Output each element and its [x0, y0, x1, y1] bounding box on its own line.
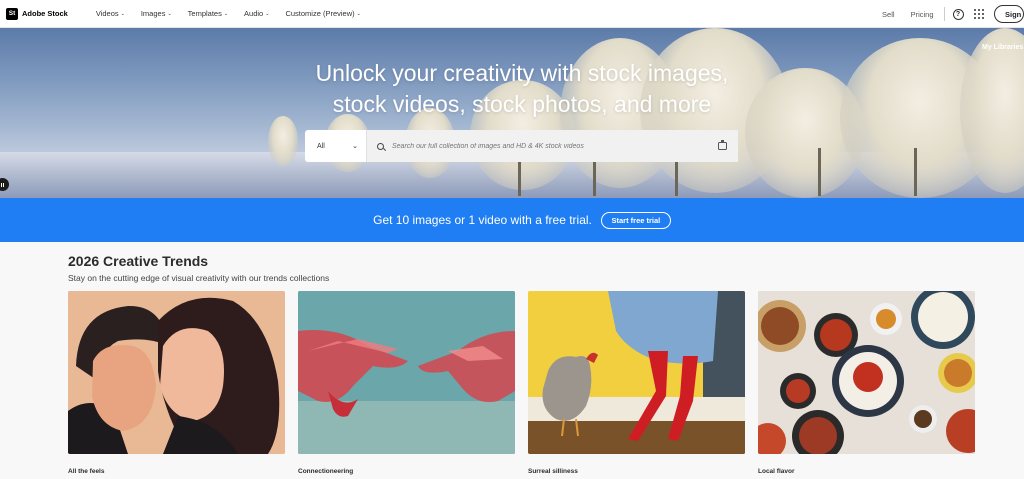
hero-title-line: stock videos, stock photos, and more [332, 91, 712, 117]
help-icon[interactable]: ? [952, 8, 964, 20]
trend-card-label[interactable]: Surreal silliness [528, 468, 578, 475]
nav-item-label: Templates [187, 9, 222, 18]
nav-right: Sell Pricing ? Sign [882, 0, 1024, 28]
nav-menu: Videos ⌄ Images ⌄ Templates ⌄ Audio ⌄ Custom… [96, 9, 377, 18]
search-icon [377, 142, 384, 150]
chevron-down-icon: ⌄ [167, 10, 172, 17]
chicken-and-boots-image [528, 291, 745, 454]
trend-card-surreal-silliness[interactable] [528, 291, 745, 454]
tree-trunk [593, 158, 596, 196]
section-title: 2026 Creative Trends [68, 253, 209, 269]
adobe-stock-logo[interactable]: St Adobe Stock [6, 7, 68, 20]
nav-item-audio[interactable]: Audio ⌄ [244, 9, 269, 18]
trial-text: Get 10 images or 1 video with a free tri… [373, 213, 592, 227]
hero-title-line: Unlock your creativity with stock images… [315, 60, 729, 86]
chevron-down-icon: ⌄ [265, 10, 270, 17]
nav-item-images[interactable]: Images ⌄ [141, 9, 172, 18]
nav-item-label: Images [140, 9, 166, 18]
start-free-trial-button[interactable]: Start free trial [600, 211, 671, 229]
free-trial-banner: Get 10 images or 1 video with a free tri… [0, 198, 1024, 242]
nav-item-templates[interactable]: Templates ⌄ [188, 9, 228, 18]
couple-illustration-image [68, 291, 285, 454]
trend-card-local-flavor[interactable] [758, 291, 975, 454]
chevron-down-icon: ⌄ [356, 10, 361, 17]
hero-banner: Unlock your creativity with stock images… [0, 28, 1024, 198]
trend-card-label[interactable]: Connectioneering [298, 468, 353, 475]
hero-title: Unlock your creativity with stock images… [0, 58, 1024, 120]
logo-text: Adobe Stock [22, 9, 68, 18]
nav-item-customize[interactable]: Customize (Preview) ⌄ [285, 9, 360, 18]
search-category-select[interactable]: All ⌄ [305, 130, 367, 162]
stock-logo-icon: St [6, 7, 18, 20]
pricing-link[interactable]: Pricing [911, 10, 934, 19]
visual-search-icon[interactable] [718, 140, 727, 150]
my-libraries-link[interactable]: My Libraries [982, 44, 1024, 51]
section-subtitle: Stay on the cutting edge of visual creat… [68, 273, 330, 283]
nav-item-label: Customize (Preview) [285, 9, 355, 18]
tree-trunk [914, 148, 917, 196]
sell-link[interactable]: Sell [882, 10, 895, 19]
nav-item-videos[interactable]: Videos ⌄ [96, 9, 125, 18]
tree-trunk [518, 158, 521, 196]
trend-card-connectioneering[interactable] [298, 291, 515, 454]
nav-divider [943, 7, 945, 21]
trend-card-label[interactable]: All the feels [68, 468, 104, 475]
search-bar: All ⌄ [305, 130, 738, 162]
chevron-down-icon: ⌄ [120, 10, 125, 17]
search-category-label: All [317, 142, 325, 150]
sign-in-button[interactable]: Sign [994, 5, 1024, 23]
top-navigation: St Adobe Stock Videos ⌄ Images ⌄ Templates… [0, 0, 1024, 28]
tree-trunk [818, 148, 821, 196]
nav-item-label: Audio [244, 9, 264, 18]
search-input[interactable] [392, 142, 718, 150]
trend-card-label[interactable]: Local flavor [758, 468, 794, 475]
chevron-down-icon: ⌄ [352, 143, 358, 150]
nav-item-label: Videos [95, 9, 119, 18]
chevron-down-icon: ⌄ [223, 10, 229, 17]
tree-image [268, 116, 298, 166]
search-field [367, 130, 738, 162]
apps-grid-icon[interactable] [973, 8, 984, 20]
glass-hands-image [298, 291, 515, 454]
trend-card-all-the-feels[interactable] [68, 291, 285, 454]
food-spread-image [758, 291, 975, 454]
